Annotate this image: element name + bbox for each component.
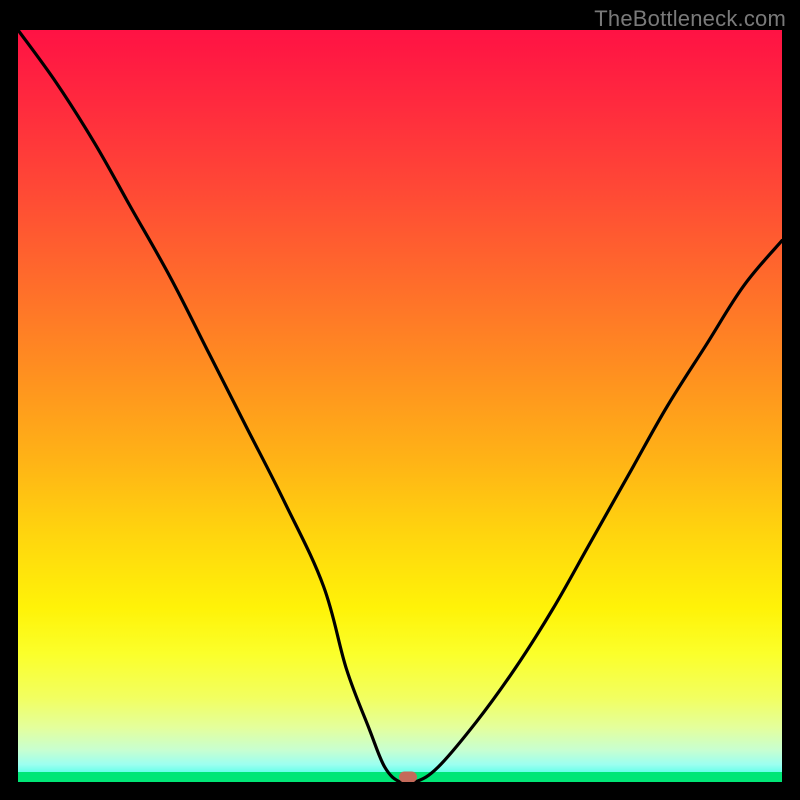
plot-area <box>18 30 782 782</box>
watermark-text: TheBottleneck.com <box>594 6 786 32</box>
chart-frame: TheBottleneck.com <box>0 0 800 800</box>
current-config-marker <box>399 771 417 782</box>
bottleneck-curve <box>18 30 782 782</box>
